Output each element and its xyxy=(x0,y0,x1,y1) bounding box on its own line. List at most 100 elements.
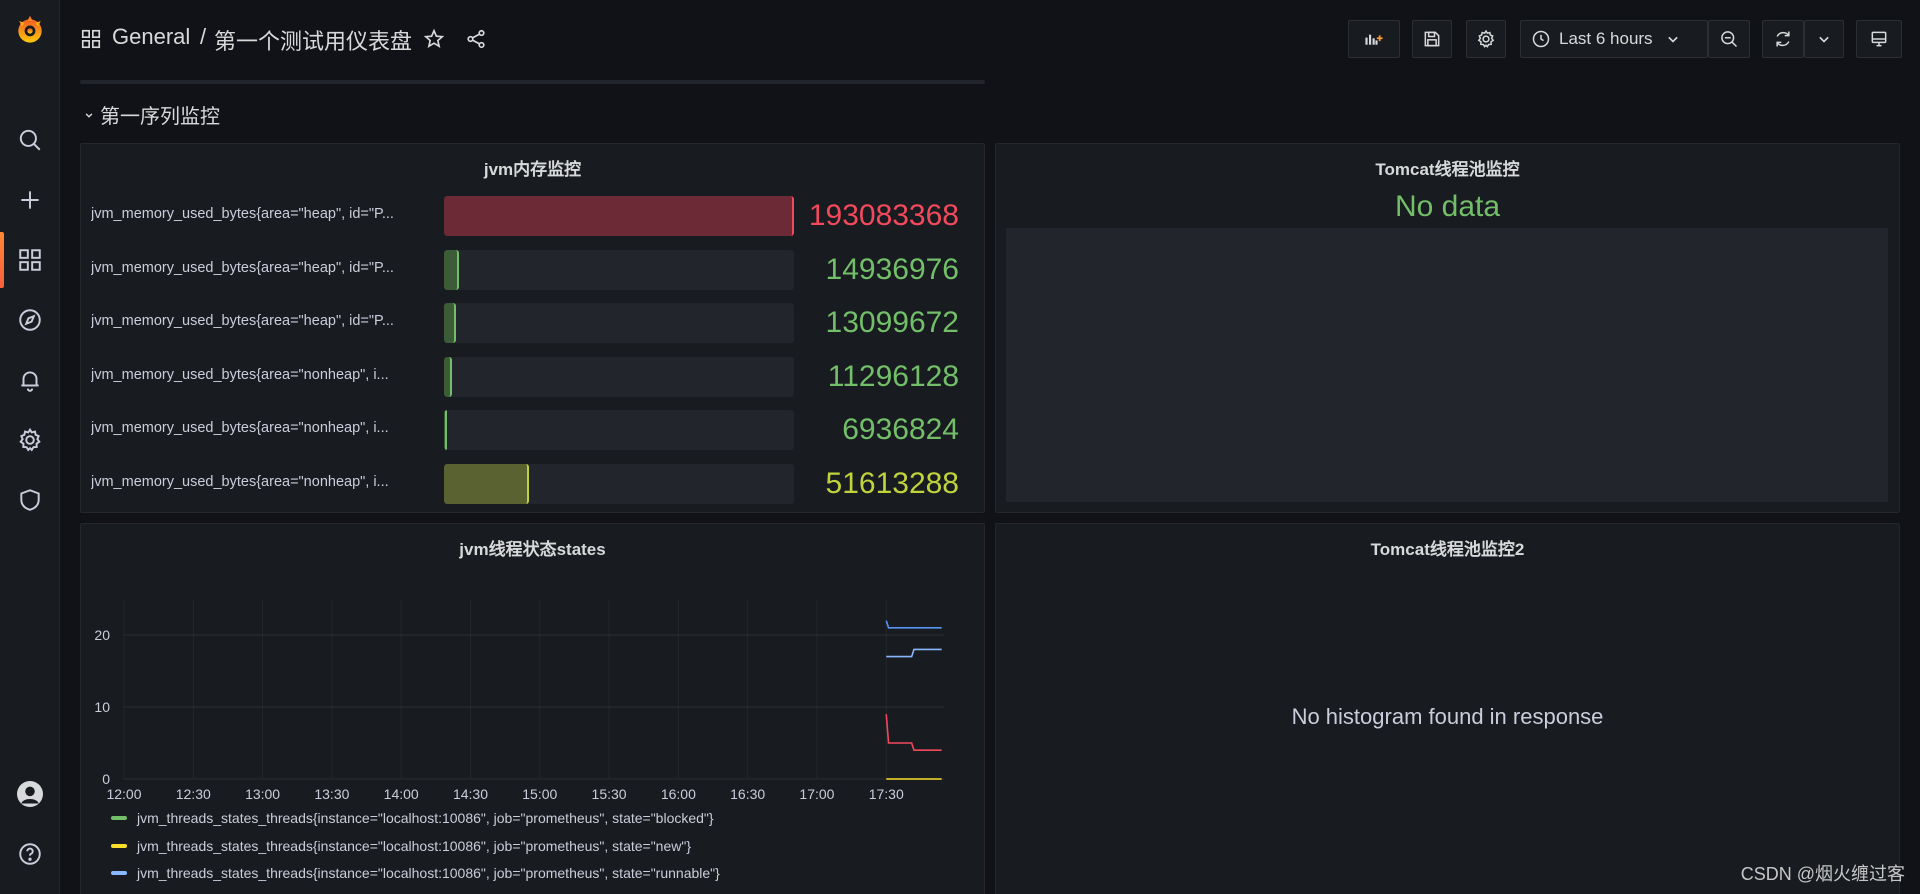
add-panel-button[interactable] xyxy=(1348,20,1400,58)
save-icon xyxy=(1424,31,1440,47)
panel-jvm-threads[interactable]: jvm线程状态states 0 10 20 12:00 12:30 13:00 13:30 1… xyxy=(80,523,985,894)
legend-item[interactable]: jvm_threads_states_threads{instance="loc… xyxy=(111,838,691,854)
add-panel-icon xyxy=(1365,34,1383,45)
chevron-down-icon xyxy=(1819,36,1829,43)
empty-visualization xyxy=(1006,228,1888,502)
series-line xyxy=(886,648,942,658)
alerting-icon[interactable] xyxy=(0,360,60,400)
bar-gauge-value: 6936824 xyxy=(842,413,959,446)
panel-tomcat-pool[interactable]: Tomcat线程池监控 No data xyxy=(995,143,1900,513)
refresh-button[interactable] xyxy=(1762,20,1804,58)
time-picker-button[interactable]: Last 6 hours xyxy=(1520,20,1708,58)
legend-item[interactable]: jvm_threads_states_threads{instance="loc… xyxy=(111,865,720,881)
row-header-toggle[interactable]: 第一序列监控 xyxy=(82,100,220,129)
panel-title[interactable]: jvm内存监控 xyxy=(81,155,984,180)
bar-gauge-track xyxy=(444,249,794,290)
panel-title[interactable]: Tomcat线程池监控 xyxy=(996,155,1899,180)
sidebar xyxy=(0,0,60,894)
bar-gauge-label: jvm_memory_used_bytes{area="heap", id="P… xyxy=(91,313,394,329)
top-navbar: General / 第一个测试用仪表盘 Last 6 hours xyxy=(60,0,1920,78)
panel-title[interactable]: Tomcat线程池监控2 xyxy=(996,535,1899,560)
legend-swatch xyxy=(111,816,127,820)
avatar[interactable] xyxy=(0,774,60,814)
help-icon[interactable] xyxy=(0,834,60,874)
no-histogram-message: No histogram found in response xyxy=(1291,704,1604,729)
bar-gauge-track xyxy=(444,410,794,450)
bar-gauge-track xyxy=(444,303,794,343)
x-tick-label: 12:00 xyxy=(106,786,141,802)
refresh-interval-button[interactable] xyxy=(1804,20,1844,58)
y-tick-label: 0 xyxy=(102,771,110,787)
chevron-down-icon xyxy=(1667,36,1678,43)
bar-gauge-row: jvm_memory_used_bytes{area="heap", id="P… xyxy=(81,301,981,343)
no-data-message: No data xyxy=(1394,190,1501,223)
refresh-icon xyxy=(1776,31,1790,47)
clock-icon xyxy=(1532,30,1550,48)
legend-label: jvm_threads_states_threads{instance="loc… xyxy=(137,837,691,854)
bar-gauge-value: 14936976 xyxy=(825,252,959,286)
bar-gauge-label: jvm_memory_used_bytes{area="nonheap", i.… xyxy=(91,473,389,490)
bar-gauge-fill xyxy=(444,356,452,397)
configuration-icon[interactable] xyxy=(0,420,60,460)
x-tick-label: 15:30 xyxy=(592,786,627,802)
y-tick-label: 10 xyxy=(94,699,110,715)
panel-jvm-memory[interactable]: jvm内存监控 jvm_memory_used_bytes{area="heap… xyxy=(80,143,985,513)
bar-gauge-row: jvm_memory_used_bytes{area="heap", id="P… xyxy=(81,194,981,236)
bar-gauge-fill xyxy=(444,249,459,290)
save-dashboard-button[interactable] xyxy=(1412,20,1452,58)
x-tick-label: 14:00 xyxy=(384,786,419,802)
breadcrumb-separator: / xyxy=(200,24,207,49)
series-line xyxy=(885,620,942,629)
explore-icon[interactable] xyxy=(0,300,60,340)
bar-gauge-fill xyxy=(444,196,794,236)
bar-gauge-track xyxy=(444,196,794,236)
row-divider xyxy=(80,80,985,84)
time-range-label: Last 6 hours xyxy=(1559,29,1653,48)
legend-label: jvm_threads_states_threads{instance="loc… xyxy=(137,865,720,881)
zoom-out-icon xyxy=(1721,31,1738,48)
panel-tomcat-pool2[interactable]: Tomcat线程池监控2 No histogram found in respo… xyxy=(995,523,1900,894)
x-tick-label: 17:30 xyxy=(869,786,904,802)
legend-swatch xyxy=(111,871,127,875)
share-icon[interactable] xyxy=(465,28,487,50)
bar-gauge-label: jvm_memory_used_bytes{area="nonheap", i.… xyxy=(91,366,389,383)
breadcrumb-folder[interactable]: General xyxy=(112,24,190,50)
y-tick-label: 20 xyxy=(94,627,110,643)
bar-gauge-label: jvm_memory_used_bytes{area="nonheap", i.… xyxy=(91,420,389,436)
chevron-down-icon xyxy=(85,112,93,118)
bar-gauge-row: jvm_memory_used_bytes{area="nonheap", i.… xyxy=(81,355,981,397)
series-line xyxy=(885,714,942,751)
bar-gauge-value: 51613288 xyxy=(825,466,959,500)
zoom-out-button[interactable] xyxy=(1708,20,1750,58)
legend-label: jvm_threads_states_threads{instance="loc… xyxy=(137,810,714,826)
watermark: CSDN @烟火缠过客 xyxy=(1740,864,1905,884)
bar-gauge-row: jvm_memory_used_bytes{area="heap", id="P… xyxy=(81,248,981,290)
bar-gauge-fill xyxy=(444,303,456,343)
bar-gauge-label: jvm_memory_used_bytes{area="heap", id="P… xyxy=(91,206,394,222)
cycle-view-mode-button[interactable] xyxy=(1856,20,1902,58)
dashboards-icon xyxy=(81,29,101,49)
shield-icon[interactable] xyxy=(0,480,60,520)
bar-gauge-value: 11296128 xyxy=(827,359,959,393)
legend-item[interactable]: jvm_threads_states_threads{instance="loc… xyxy=(111,810,714,826)
x-tick-label: 16:30 xyxy=(730,786,765,802)
dashboards-icon[interactable] xyxy=(0,232,60,288)
dashboard-title[interactable]: 第一个测试用仪表盘 xyxy=(214,24,412,56)
grafana-logo-icon[interactable] xyxy=(10,10,50,50)
x-tick-label: 13:00 xyxy=(245,786,280,802)
dashboard-settings-button[interactable] xyxy=(1466,20,1506,58)
legend-swatch xyxy=(111,843,127,848)
plus-icon[interactable] xyxy=(0,180,60,220)
bar-gauge-track xyxy=(444,356,794,397)
star-icon[interactable] xyxy=(423,28,445,50)
monitor-icon xyxy=(1871,31,1887,47)
time-series-graph[interactable]: 0 10 20 12:00 12:30 13:00 13:30 14:00 14:30 15:00… xyxy=(81,524,986,804)
bar-gauge-label: jvm_memory_used_bytes{area="heap", id="P… xyxy=(91,259,394,276)
bar-gauge-row: jvm_memory_used_bytes{area="nonheap", i.… xyxy=(81,462,981,504)
bar-gauge-fill xyxy=(444,463,529,504)
search-icon[interactable] xyxy=(0,120,60,160)
gear-icon xyxy=(1477,29,1495,48)
row-title: 第一序列监控 xyxy=(100,106,220,128)
bar-gauge-value: 13099672 xyxy=(825,306,959,339)
x-tick-label: 13:30 xyxy=(314,786,349,802)
